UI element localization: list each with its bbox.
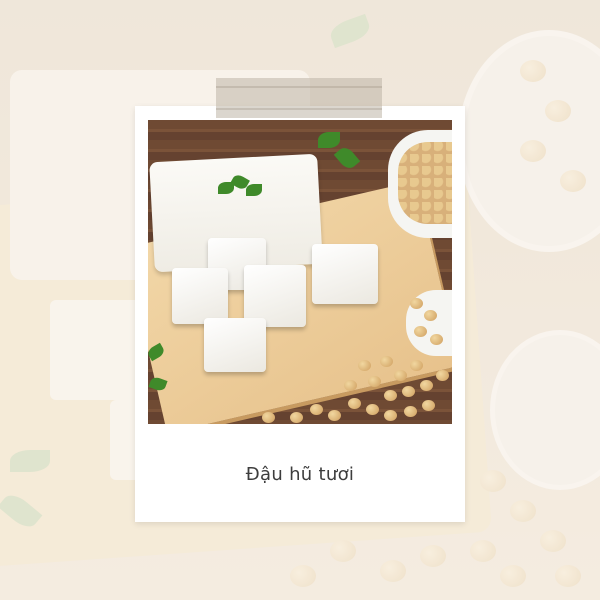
tofu-photo bbox=[148, 120, 452, 424]
soybean bbox=[358, 360, 371, 371]
soybean bbox=[410, 360, 423, 371]
soybean bbox=[404, 406, 417, 417]
herb-leaf bbox=[318, 132, 340, 148]
soybean bbox=[262, 412, 275, 423]
tape-strip bbox=[216, 78, 382, 118]
soybean bbox=[368, 376, 381, 387]
soybean bbox=[430, 334, 443, 345]
soybean bbox=[414, 326, 427, 337]
soybean bbox=[384, 410, 397, 421]
soybean bbox=[348, 398, 361, 409]
soybean bbox=[290, 412, 303, 423]
soybean bbox=[366, 404, 379, 415]
tofu-cube bbox=[172, 268, 228, 324]
soybean bbox=[310, 404, 323, 415]
soybean bbox=[328, 410, 341, 421]
soybean bbox=[380, 356, 393, 367]
polaroid-card: Đậu hũ tươi bbox=[135, 106, 465, 522]
soybean bbox=[410, 298, 423, 309]
soybean bbox=[402, 386, 415, 397]
soybean bbox=[422, 400, 435, 411]
tofu-cube bbox=[312, 244, 378, 304]
photo-caption: Đậu hũ tươi bbox=[245, 464, 355, 485]
herb-leaf bbox=[246, 184, 262, 196]
soybeans-in-bowl bbox=[398, 142, 452, 224]
soybean bbox=[424, 310, 437, 321]
soybean bbox=[394, 370, 407, 381]
soybean bbox=[436, 370, 449, 381]
soybean bbox=[344, 380, 357, 391]
tofu-cube bbox=[204, 318, 266, 372]
soybean bbox=[420, 380, 433, 391]
soybean bbox=[384, 390, 397, 401]
